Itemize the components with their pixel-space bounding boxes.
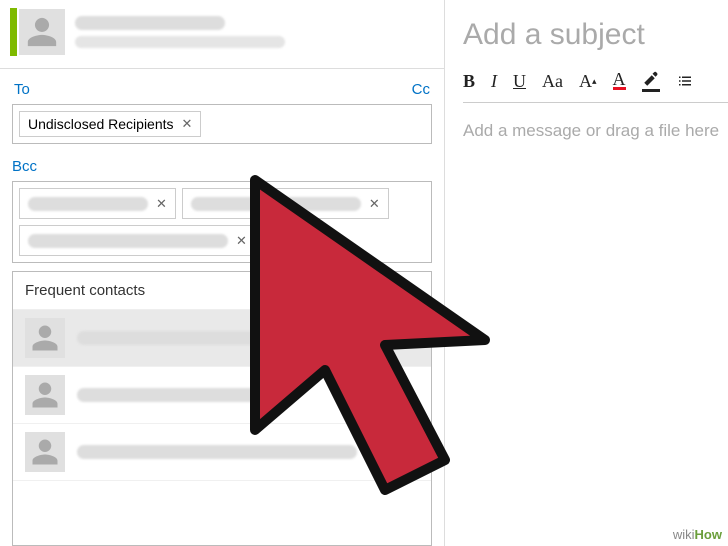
frequent-contacts-panel: Frequent contacts xyxy=(12,271,432,546)
message-body[interactable]: Add a message or drag a file here xyxy=(463,121,728,141)
sender-avatar xyxy=(19,9,65,55)
list-item[interactable] xyxy=(13,367,431,424)
accent-bar xyxy=(10,8,17,56)
formatting-toolbar: B I U Aa A▴ A xyxy=(463,70,728,103)
avatar xyxy=(25,432,65,472)
contact-email-blurred xyxy=(77,388,292,402)
avatar xyxy=(25,318,65,358)
bold-button[interactable]: B xyxy=(463,71,475,92)
to-chip-label: Undisclosed Recipients xyxy=(28,116,174,132)
cc-label[interactable]: Cc xyxy=(412,81,430,98)
sender-header xyxy=(0,0,444,69)
bcc-chip[interactable]: ✕ xyxy=(19,225,256,256)
list-button[interactable] xyxy=(676,72,694,90)
remove-chip-icon[interactable]: ✕ xyxy=(182,116,193,132)
underline-button[interactable]: U xyxy=(513,71,526,92)
remove-chip-icon[interactable]: ✕ xyxy=(156,196,167,212)
contact-email-blurred xyxy=(77,331,307,345)
sender-name-blurred xyxy=(75,16,225,30)
to-chip[interactable]: Undisclosed Recipients ✕ xyxy=(19,111,201,137)
font-button[interactable]: Aa xyxy=(542,71,563,92)
bcc-chip[interactable]: ✕ xyxy=(182,188,389,219)
to-field[interactable]: Undisclosed Recipients ✕ xyxy=(12,104,432,144)
avatar xyxy=(25,375,65,415)
subject-input[interactable]: Add a subject xyxy=(463,18,728,52)
bcc-field[interactable]: ✕ ✕ ✕ xyxy=(12,181,432,263)
to-label[interactable]: To xyxy=(14,81,30,98)
bcc-label[interactable]: Bcc xyxy=(12,158,432,175)
highlight-button[interactable] xyxy=(642,70,660,92)
list-item[interactable] xyxy=(13,310,431,367)
font-size-button[interactable]: A▴ xyxy=(579,71,597,92)
list-item[interactable] xyxy=(13,424,431,481)
font-color-button[interactable]: A xyxy=(613,72,626,90)
italic-button[interactable]: I xyxy=(491,71,497,92)
contact-email-blurred xyxy=(77,445,357,459)
remove-chip-icon[interactable]: ✕ xyxy=(236,233,247,249)
bcc-chip[interactable]: ✕ xyxy=(19,188,176,219)
remove-chip-icon[interactable]: ✕ xyxy=(369,196,380,212)
sender-email-blurred xyxy=(75,36,285,48)
watermark: wikiHow xyxy=(673,527,722,542)
frequent-contacts-header: Frequent contacts xyxy=(13,272,431,310)
